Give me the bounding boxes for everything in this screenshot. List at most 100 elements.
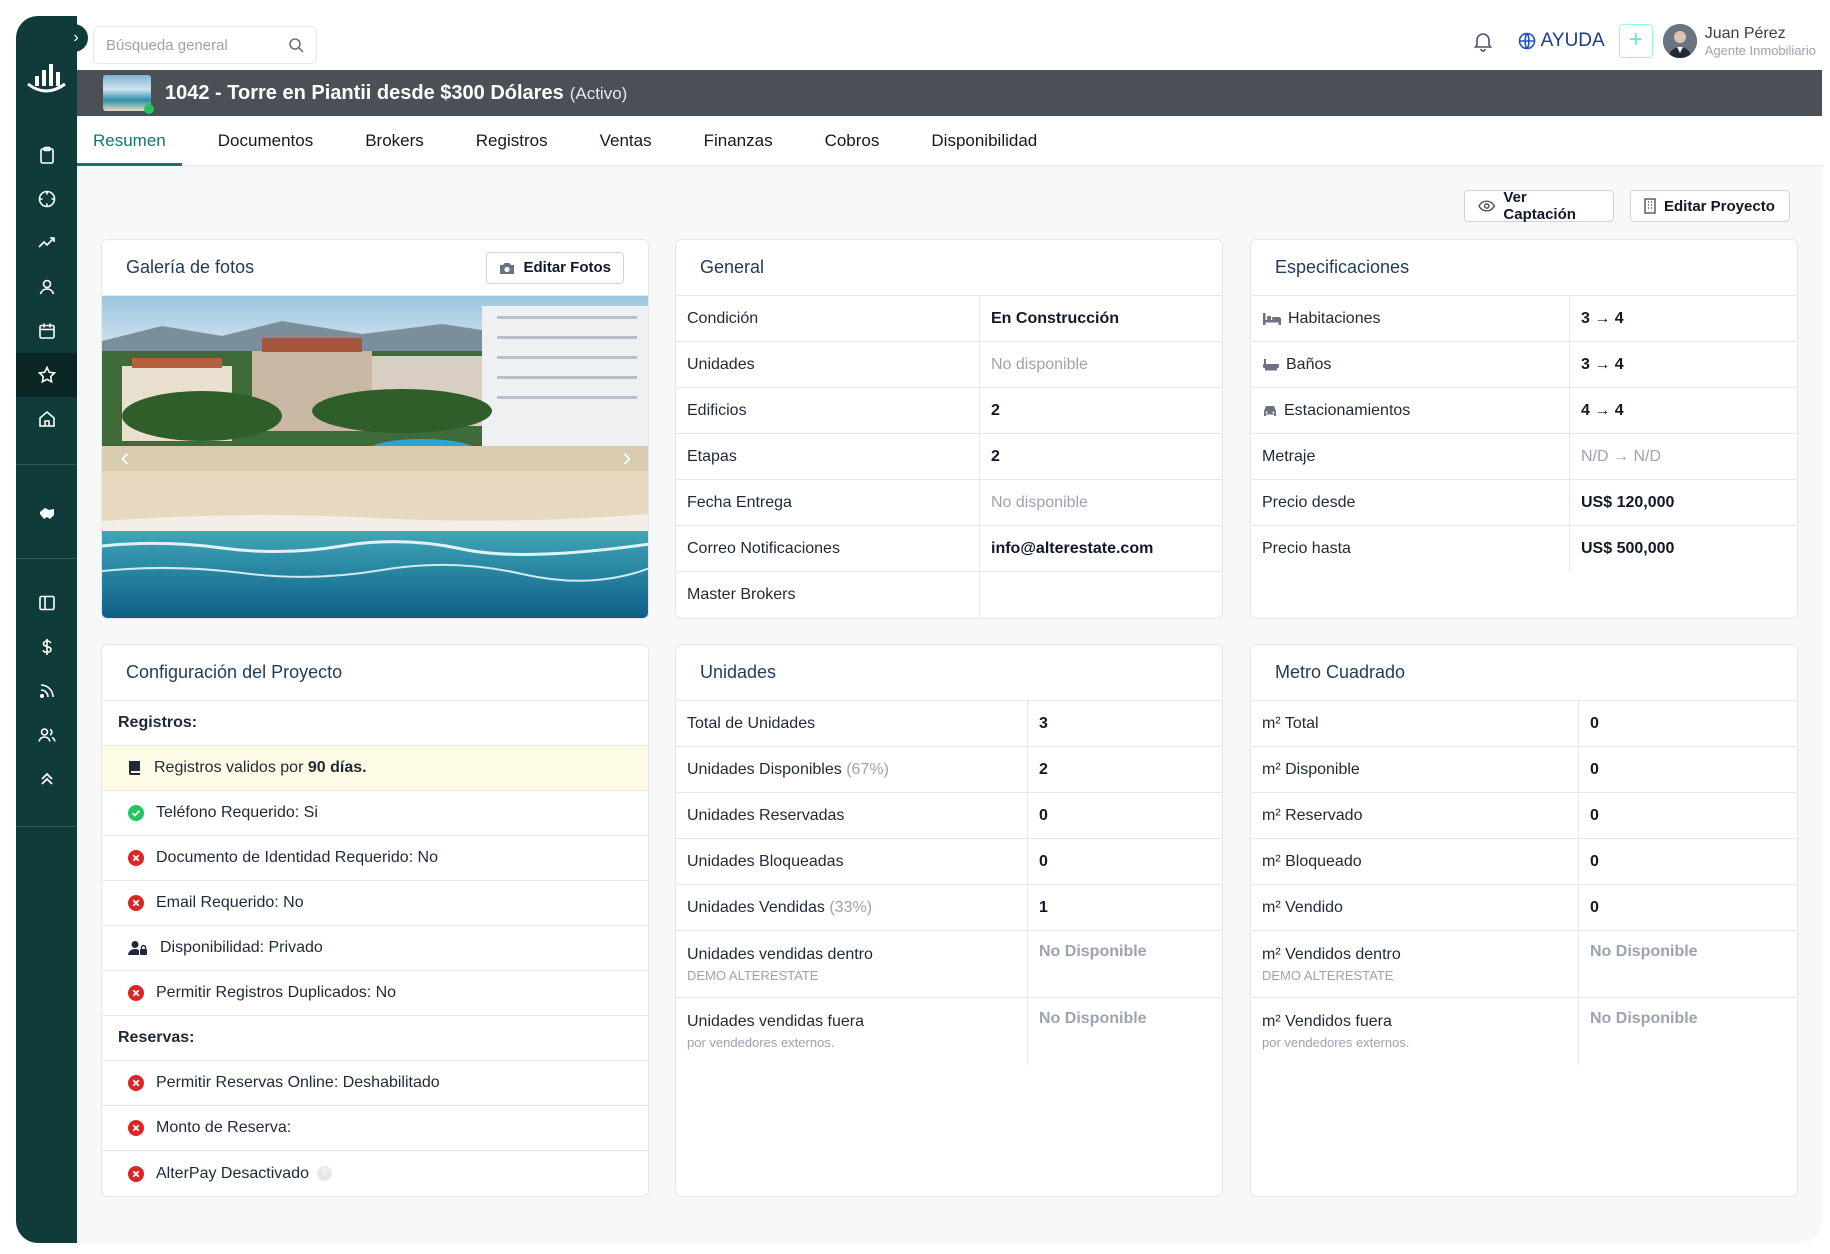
panel-icon[interactable] bbox=[16, 581, 77, 625]
tab-finanzas[interactable]: Finanzas bbox=[688, 116, 789, 166]
star-icon[interactable] bbox=[16, 353, 77, 397]
x-circle-icon bbox=[128, 1075, 144, 1091]
disponibles-pct: (67%) bbox=[846, 760, 889, 778]
sidebar-divider bbox=[16, 464, 77, 465]
units-value: No Disponible bbox=[1039, 1010, 1147, 1027]
handshake-icon[interactable] bbox=[16, 492, 77, 536]
specs-value: US$ 500,000 bbox=[1581, 540, 1675, 557]
user-name: Juan Pérez bbox=[1704, 24, 1786, 42]
gallery-card: Galería de fotos Editar Fotos ‹ › bbox=[101, 239, 649, 619]
table-row: Precio hasta US$ 500,000 bbox=[1251, 526, 1797, 572]
sqm-value: No Disponible bbox=[1590, 943, 1698, 960]
table-row: Habitaciones 3 → 4 bbox=[1251, 296, 1797, 342]
tab-registros[interactable]: Registros bbox=[460, 116, 564, 166]
units-label: Unidades Reservadas bbox=[676, 793, 1028, 838]
list-item: Permitir Registros Duplicados: No bbox=[102, 971, 648, 1016]
user-info[interactable]: Juan Pérez Agente Inmobiliario bbox=[1705, 25, 1816, 58]
clipboard-icon[interactable] bbox=[16, 133, 77, 177]
photo-prev-button[interactable]: ‹ bbox=[108, 440, 142, 474]
top-right-toolbar: AYUDA + Juan Pérez Agente Inmobiliario bbox=[1472, 24, 1816, 58]
search-icon[interactable] bbox=[288, 37, 304, 53]
general-title: General bbox=[700, 257, 765, 277]
table-row: m² Total 0 bbox=[1251, 701, 1797, 747]
tab-bar: Resumen Documentos Brokers Registros Ven… bbox=[77, 116, 1822, 166]
sqm-label: m² Disponible bbox=[1251, 747, 1579, 792]
table-row: Estacionamientos 4 → 4 bbox=[1251, 388, 1797, 434]
email-text: Email Requerido: No bbox=[156, 894, 304, 911]
sqm-label: m² Vendido bbox=[1251, 885, 1579, 930]
table-row: Fecha Entrega No disponible bbox=[676, 480, 1222, 526]
registros-valid-prefix: Registros validos por bbox=[154, 759, 304, 776]
table-row: Etapas 2 bbox=[676, 434, 1222, 480]
sqm-fuera-label: m² Vendidos fuera bbox=[1262, 1013, 1392, 1030]
table-row: Master Brokers bbox=[676, 572, 1222, 618]
project-thumbnail bbox=[103, 75, 154, 114]
dentro-sub: DEMO ALTERESTATE bbox=[687, 967, 819, 983]
table-row: Condición En Construcción bbox=[676, 296, 1222, 342]
help-icon[interactable]: ? bbox=[316, 1166, 332, 1181]
general-value[interactable]: info@alterestate.com bbox=[980, 526, 1153, 571]
project-photo[interactable]: ‹ › bbox=[102, 296, 648, 618]
units-label: Unidades Vendidas (33%) bbox=[676, 885, 1028, 930]
sidebar bbox=[16, 16, 77, 1243]
bedrooms-label: Habitaciones bbox=[1288, 309, 1381, 327]
specs-label: Baños bbox=[1251, 342, 1570, 387]
x-circle-icon bbox=[128, 1165, 144, 1182]
compass-icon[interactable] bbox=[16, 177, 77, 221]
edit-photos-button[interactable]: Editar Fotos bbox=[486, 251, 624, 284]
table-row: Baños 3 → 4 bbox=[1251, 342, 1797, 388]
search-input[interactable]: Búsqueda general bbox=[93, 26, 317, 64]
avatar[interactable] bbox=[1662, 24, 1697, 58]
trending-up-icon[interactable] bbox=[16, 221, 77, 265]
bed-icon bbox=[1263, 312, 1281, 325]
app-logo[interactable] bbox=[24, 54, 69, 99]
telefono-text: Teléfono Requerido: Si bbox=[156, 804, 318, 821]
table-row: m² Reservado 0 bbox=[1251, 793, 1797, 839]
table-row: Unidades Disponibles (67%) 2 bbox=[676, 747, 1222, 793]
table-row: Precio desde US$ 120,000 bbox=[1251, 480, 1797, 526]
edit-photos-label: Editar Fotos bbox=[523, 259, 611, 276]
units-value: 0 bbox=[1039, 852, 1048, 870]
tab-cobros[interactable]: Cobros bbox=[809, 116, 896, 166]
user-icon[interactable] bbox=[16, 265, 77, 309]
bathrooms-label: Baños bbox=[1286, 355, 1332, 373]
specs-label: Habitaciones bbox=[1251, 296, 1570, 341]
general-label: Fecha Entrega bbox=[676, 480, 980, 525]
view-listing-button[interactable]: Ver Captación bbox=[1464, 189, 1614, 223]
sqm-dentro-label: m² Vendidos dentro bbox=[1262, 945, 1401, 963]
units-label: Unidades vendidas fuera por vendedores e… bbox=[676, 998, 1028, 1065]
rss-icon[interactable] bbox=[16, 669, 77, 713]
sidebar-toggle-button[interactable]: › bbox=[64, 24, 88, 52]
monto-text: Monto de Reserva: bbox=[156, 1119, 292, 1136]
globe-icon bbox=[1518, 32, 1535, 50]
table-row: m² Vendidos fuera por vendedores externo… bbox=[1251, 998, 1797, 1065]
vendidas-pct: (33%) bbox=[829, 898, 873, 916]
status-dot bbox=[144, 104, 154, 114]
view-listing-label: Ver Captación bbox=[1503, 189, 1576, 223]
registros-valid-days: 90 días. bbox=[307, 759, 367, 776]
x-circle-icon bbox=[128, 850, 144, 866]
units-value: 0 bbox=[1039, 806, 1048, 824]
help-button[interactable]: AYUDA bbox=[1518, 30, 1605, 52]
tab-documentos[interactable]: Documentos bbox=[202, 116, 329, 166]
x-circle-icon bbox=[128, 985, 144, 1001]
tab-resumen[interactable]: Resumen bbox=[77, 116, 182, 166]
units-title: Unidades bbox=[700, 662, 777, 682]
specs-label: Precio hasta bbox=[1251, 526, 1570, 572]
edit-project-button[interactable]: Editar Proyecto bbox=[1630, 190, 1790, 222]
tab-disponibilidad[interactable]: Disponibilidad bbox=[915, 116, 1053, 166]
tab-ventas[interactable]: Ventas bbox=[584, 116, 668, 166]
chevrons-up-icon[interactable] bbox=[16, 757, 77, 801]
photo-next-button[interactable]: › bbox=[610, 440, 644, 474]
list-item: Documento de Identidad Requerido: No bbox=[102, 836, 648, 881]
fuera-sub: por vendedores externos. bbox=[687, 1035, 835, 1050]
calendar-icon[interactable] bbox=[16, 309, 77, 353]
users-icon[interactable] bbox=[16, 713, 77, 757]
sqm-label: m² Vendidos dentro DEMO ALTERESTATE bbox=[1251, 931, 1579, 997]
dollar-icon[interactable] bbox=[16, 625, 77, 669]
project-status: (Activo) bbox=[569, 83, 628, 103]
home-icon[interactable] bbox=[16, 397, 77, 441]
tab-brokers[interactable]: Brokers bbox=[349, 116, 440, 166]
bell-icon[interactable] bbox=[1472, 30, 1494, 52]
add-button[interactable]: + bbox=[1618, 24, 1653, 58]
